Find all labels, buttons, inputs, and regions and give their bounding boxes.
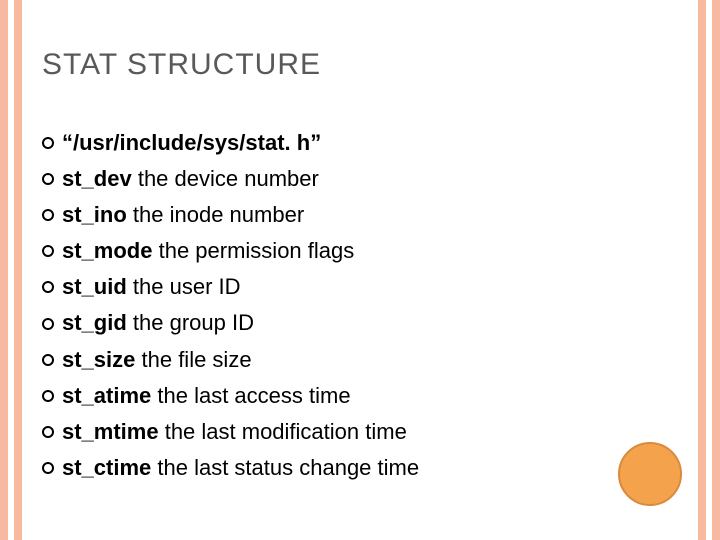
item-desc: the inode number (127, 202, 304, 227)
item-bold: st_gid (62, 310, 127, 335)
item-desc: the device number (132, 166, 319, 191)
item-bold: st_ctime (62, 455, 151, 480)
item-bold: st_size (62, 347, 135, 372)
list-item: st_mode the permission flags (42, 234, 678, 268)
item-bold: st_mtime (62, 419, 159, 444)
item-desc: the file size (135, 347, 251, 372)
bullet-icon (42, 209, 54, 221)
bullet-icon (42, 137, 54, 149)
item-bold: “/usr/include/sys/stat. h” (62, 130, 321, 155)
list-item: st_dev the device number (42, 162, 678, 196)
list-item: st_mtime the last modification time (42, 415, 678, 449)
decorative-circle-icon (618, 442, 682, 506)
list-item: st_ino the inode number (42, 198, 678, 232)
item-desc: the permission flags (152, 238, 354, 263)
bullet-icon (42, 426, 54, 438)
item-bold: st_dev (62, 166, 132, 191)
slide-title: STAT STRUCTURE (42, 48, 321, 82)
bullet-icon (42, 462, 54, 474)
item-desc: the user ID (127, 274, 241, 299)
item-bold: st_ino (62, 202, 127, 227)
item-bold: st_atime (62, 383, 151, 408)
bullet-icon (42, 281, 54, 293)
right-stripe-outer (712, 0, 720, 540)
left-stripe-inner (14, 0, 22, 540)
bullet-icon (42, 390, 54, 402)
list-item: st_uid the user ID (42, 270, 678, 304)
bullet-icon (42, 245, 54, 257)
bullet-icon (42, 354, 54, 366)
bullet-list: “/usr/include/sys/stat. h” st_dev the de… (42, 126, 678, 487)
left-stripe-outer (0, 0, 8, 540)
item-desc: the group ID (127, 310, 254, 335)
list-item: st_ctime the last status change time (42, 451, 678, 485)
bullet-icon (42, 173, 54, 185)
item-bold: st_uid (62, 274, 127, 299)
list-item: st_size the file size (42, 343, 678, 377)
list-item: “/usr/include/sys/stat. h” (42, 126, 678, 160)
bullet-icon (42, 318, 54, 330)
item-bold: st_mode (62, 238, 152, 263)
item-desc: the last access time (151, 383, 350, 408)
list-item: st_gid the group ID (42, 306, 678, 340)
list-item: st_atime the last access time (42, 379, 678, 413)
item-desc: the last modification time (159, 419, 407, 444)
item-desc: the last status change time (151, 455, 419, 480)
right-stripe-inner (698, 0, 706, 540)
